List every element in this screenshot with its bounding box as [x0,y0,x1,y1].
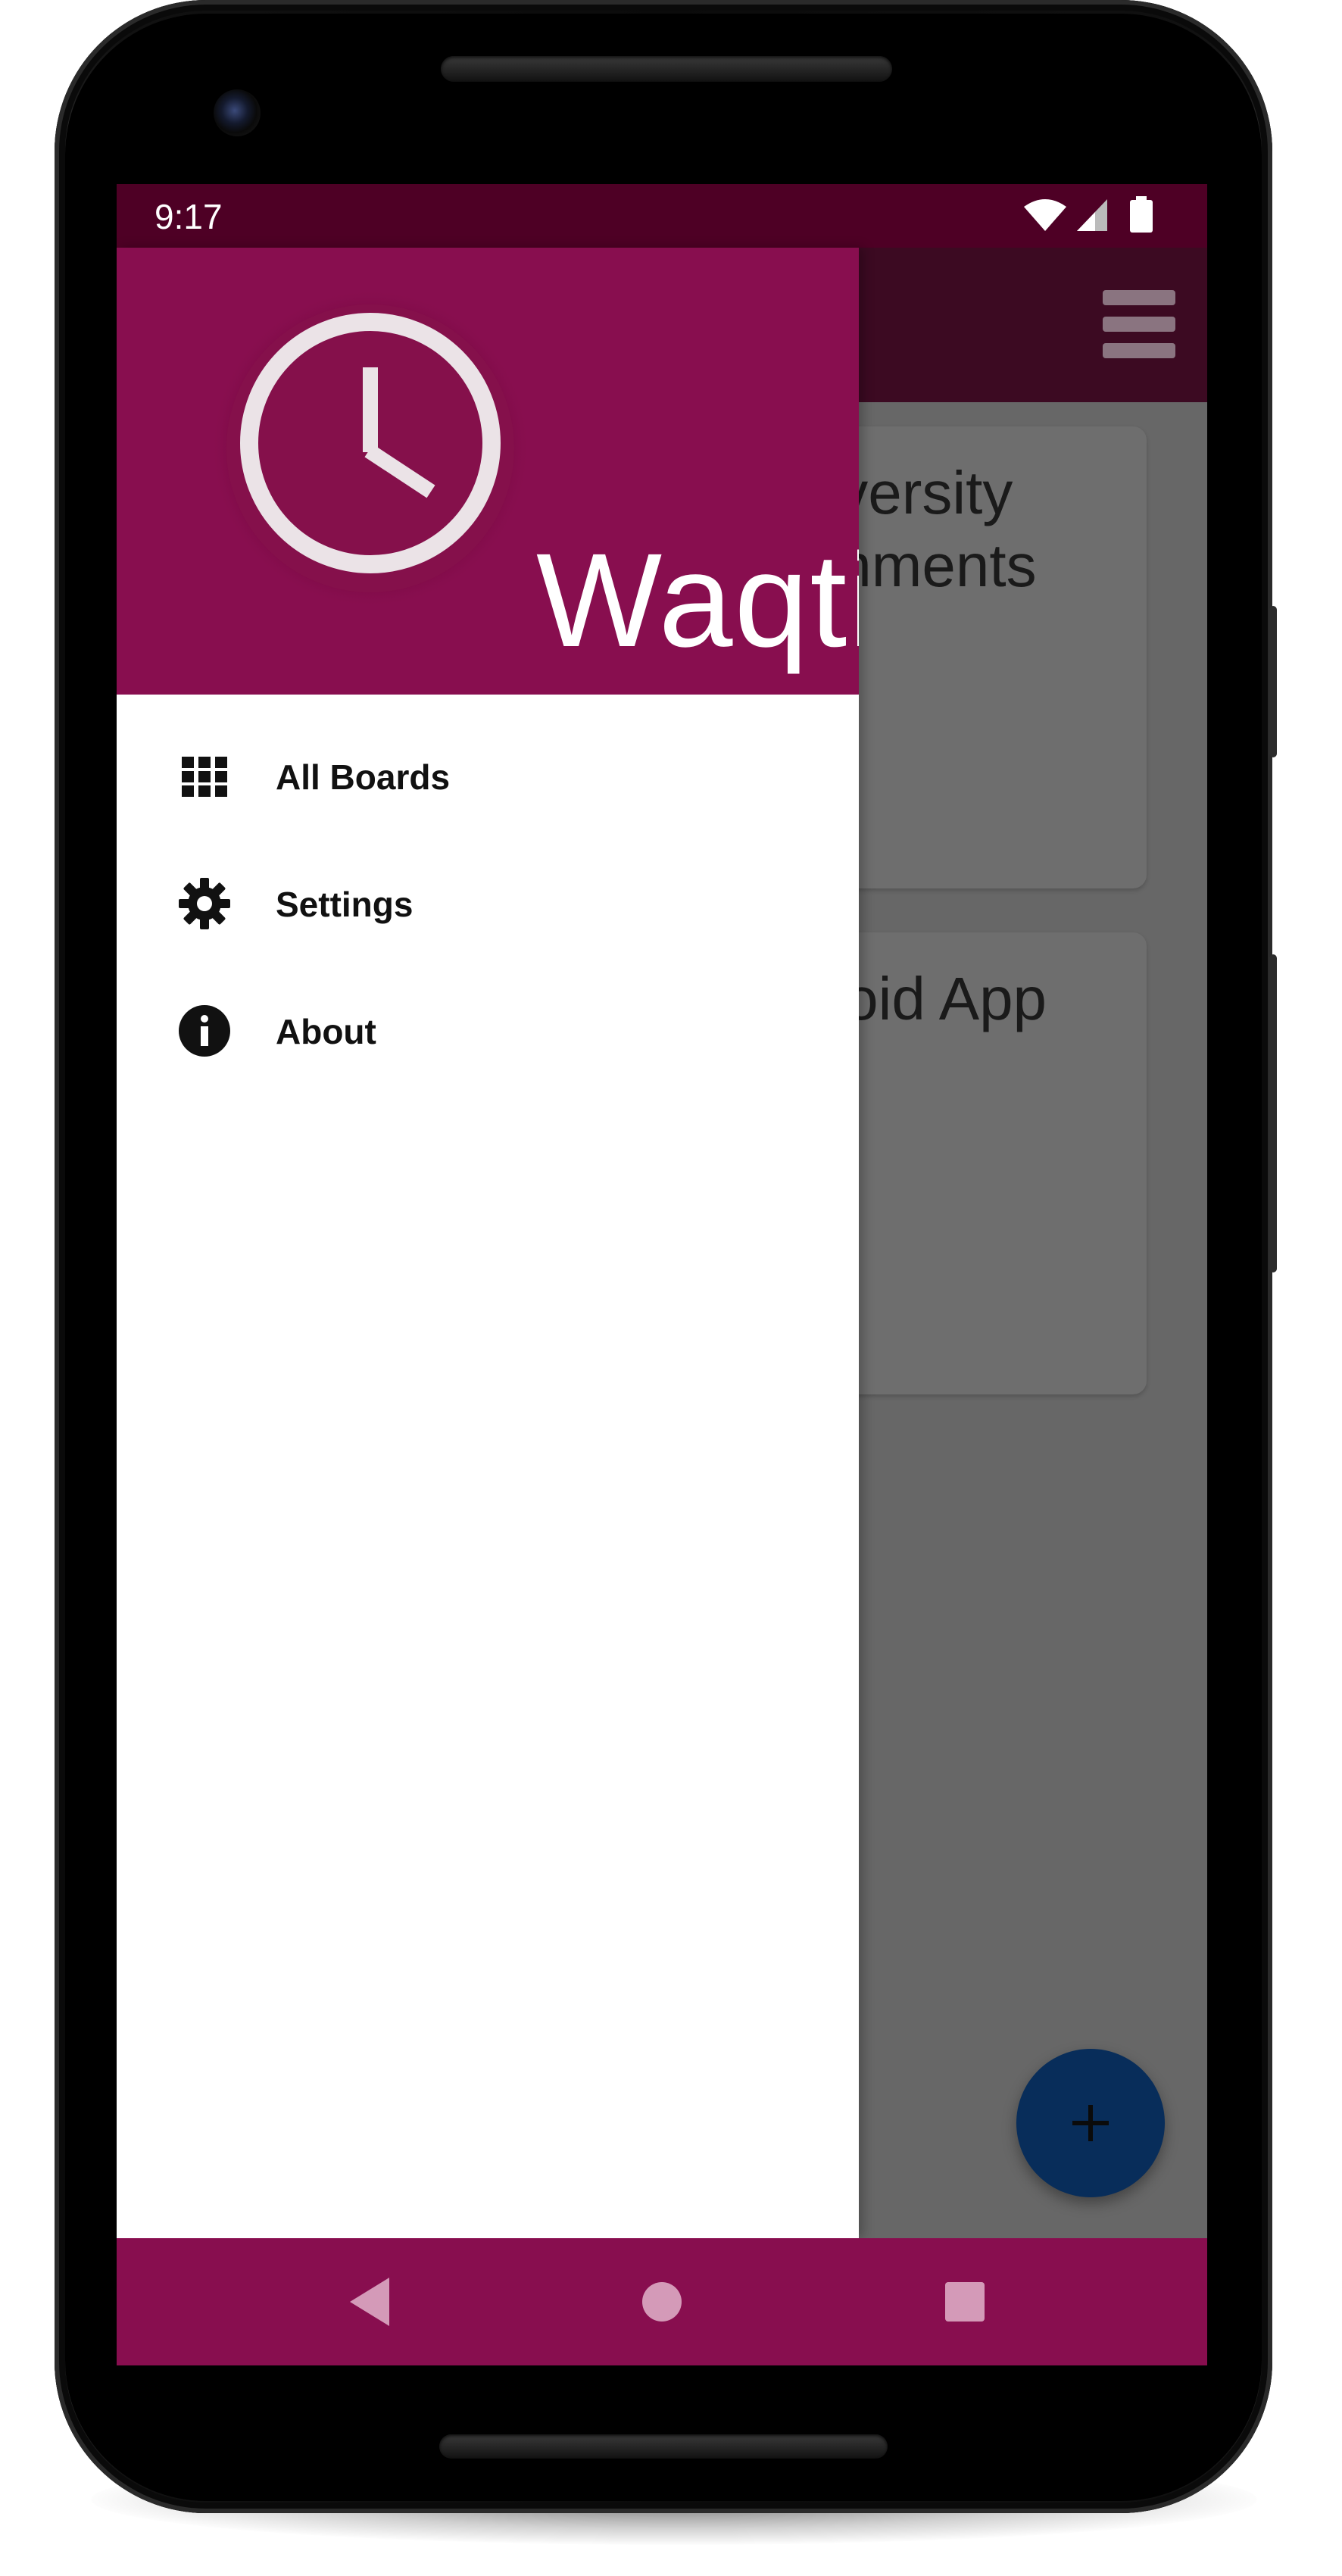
drawer-item-label: Settings [276,885,414,924]
grid-icon [182,757,227,797]
back-icon[interactable] [336,2267,406,2337]
status-icons [1024,196,1153,233]
home-icon[interactable] [627,2267,697,2337]
front-camera [214,89,261,136]
add-board-button[interactable] [1016,2049,1165,2197]
plus-icon [1072,2105,1109,2141]
drawer-item-label: All Boards [276,757,451,797]
wifi-icon [1024,199,1066,231]
view-list-icon[interactable] [1103,290,1175,358]
bottom-speaker [439,2434,888,2459]
gear-icon [179,878,230,929]
phone-screen: 9:17 niversity ignments droid App Waqti … [117,184,1207,2365]
clock-icon [210,288,531,609]
drawer-item-settings[interactable]: Settings [117,851,859,957]
navigation-drawer: Waqti All Boards Settings About [117,248,859,2238]
system-navigation-bar [117,2238,1207,2365]
battery-icon [1130,196,1153,233]
drawer-item-about[interactable]: About [117,978,859,1084]
signal-icon [1077,199,1107,231]
info-icon [179,1005,230,1057]
drawer-item-label: About [276,1012,376,1051]
volume-button [1269,954,1277,1272]
drawer-item-all-boards[interactable]: All Boards [117,723,859,829]
recents-icon[interactable] [930,2267,1000,2337]
top-speaker [441,56,892,82]
power-button [1269,606,1277,757]
app-name: Waqti [536,526,859,675]
drawer-header: Waqti [117,248,859,695]
status-bar: 9:17 [117,184,1207,248]
status-time: 9:17 [154,197,223,236]
